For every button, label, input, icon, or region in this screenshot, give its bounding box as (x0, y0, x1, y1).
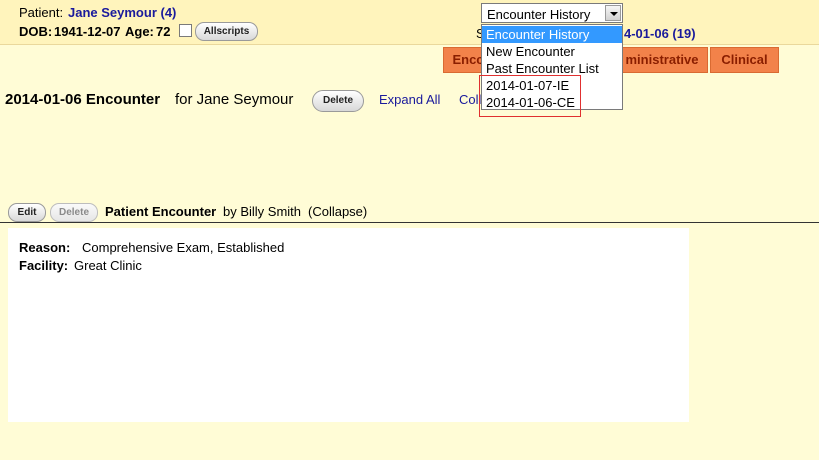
tab-administrative[interactable]: ministrative (616, 47, 708, 73)
facility-label: Facility: (19, 258, 69, 273)
encounter-for-text: for Jane Seymour (175, 91, 294, 108)
allscripts-button[interactable]: Allscripts (195, 22, 258, 41)
tab-administrative-label: ministrative (625, 52, 699, 67)
divider (0, 222, 819, 223)
tab-clinical-label: Clinical (721, 52, 768, 67)
dob-value: 1941-12-07 (54, 24, 121, 39)
encounter-history-select[interactable]: Encounter History (481, 3, 623, 23)
encounter-title: 2014-01-06 Encounter (5, 91, 161, 108)
highlight-box (479, 75, 581, 117)
age-label: Age: (125, 24, 154, 39)
expand-all-link[interactable]: Expand All (379, 92, 440, 107)
selected-encounter-link[interactable]: 4-01-06 (19) (624, 26, 696, 41)
dropdown-option-encounter-history[interactable]: Encounter History (482, 26, 622, 43)
encounter-details: Reason: Comprehensive Exam, Established … (8, 228, 689, 422)
allscripts-checkbox[interactable] (179, 24, 192, 37)
form-author: by Billy Smith (223, 204, 302, 219)
reason-value: Comprehensive Exam, Established (82, 240, 285, 255)
facility-value: Great Clinic (74, 258, 142, 273)
dob-label: DOB: (19, 24, 53, 39)
tab-clinical[interactable]: Clinical (710, 47, 779, 73)
form-collapse-link[interactable]: (Collapse) (308, 204, 367, 219)
delete-form-button[interactable]: Delete (50, 203, 98, 222)
patient-name-link[interactable]: Jane Seymour (4) (68, 5, 176, 20)
chevron-down-icon[interactable] (605, 5, 621, 21)
age-value: 72 (156, 24, 171, 39)
tab-encounter-label: Encc (452, 52, 484, 67)
form-name: Patient Encounter (105, 204, 217, 219)
encounter-select-value: Encounter History (487, 7, 591, 22)
reason-label: Reason: (19, 240, 71, 255)
dropdown-option-new-encounter[interactable]: New Encounter (482, 43, 622, 60)
delete-encounter-button[interactable]: Delete (312, 90, 364, 112)
patient-label: Patient: (19, 5, 64, 20)
edit-form-button[interactable]: Edit (8, 203, 46, 222)
patient-header: Patient: Jane Seymour (4) DOB: 1941-12-0… (0, 0, 819, 45)
